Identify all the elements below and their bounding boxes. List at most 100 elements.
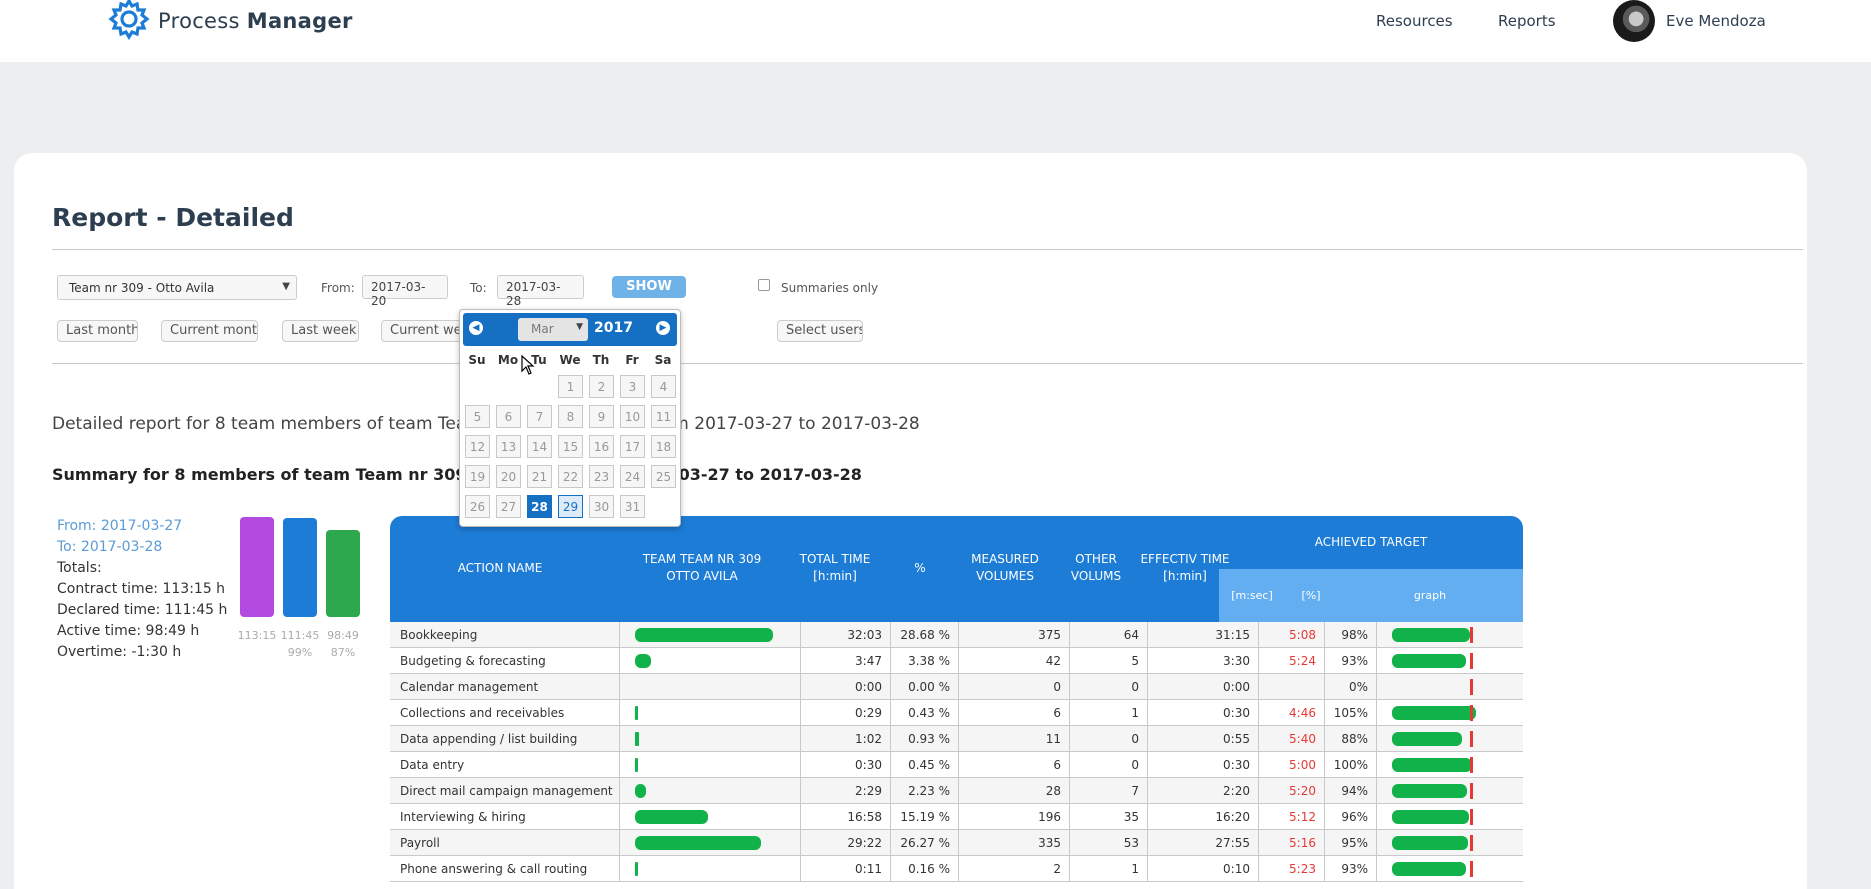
cell-measured: 42: [959, 648, 1070, 674]
calendar-day[interactable]: 15: [558, 435, 583, 458]
col-total-line1: TOTAL TIME: [799, 552, 871, 566]
table-row[interactable]: Payroll 29:22 26.27 % 335 53 27:55 5:16 95%: [390, 830, 1523, 856]
cell-measured: 11: [959, 726, 1070, 752]
cell-percent: 26.27 %: [891, 830, 959, 856]
calendar-day[interactable]: 5: [465, 405, 490, 428]
calendar-day[interactable]: 1: [558, 375, 583, 398]
table-row[interactable]: Data entry 0:30 0.45 % 6 0 0:30 5:00 100%: [390, 752, 1523, 778]
calendar-day[interactable]: 8: [558, 405, 583, 428]
calendar-day[interactable]: 23: [589, 465, 614, 488]
calendar-day[interactable]: 29: [558, 495, 583, 518]
weekday-header: Sa: [654, 353, 672, 367]
target-marker: [1470, 757, 1473, 773]
active-time: Active time: 98:49 h: [57, 623, 200, 639]
cell-msec: 5:20: [1259, 778, 1325, 804]
calendar-day[interactable]: 12: [465, 435, 490, 458]
cell-team-bar: [620, 830, 801, 856]
target-bar: [1392, 758, 1472, 772]
calendar-day[interactable]: 14: [527, 435, 552, 458]
cell-other: 1: [1070, 856, 1148, 882]
achieved-subheader: [m:sec] [%] graph: [1219, 569, 1523, 622]
calendar-day[interactable]: 9: [589, 405, 614, 428]
team-share-bar: [635, 810, 708, 824]
table-row[interactable]: Budgeting & forecasting 3:47 3.38 % 42 5 3:30…: [390, 648, 1523, 674]
cell-action-name: Phone answering & call routing: [390, 856, 620, 882]
nav-reports[interactable]: Reports: [1498, 12, 1556, 30]
calendar-day[interactable]: 22: [558, 465, 583, 488]
col-measured-line1: MEASURED: [971, 552, 1039, 566]
cell-total-time: 32:03: [801, 622, 891, 648]
table-row[interactable]: Collections and receivables 0:29 0.43 % 6 1 0…: [390, 700, 1523, 726]
calendar-day[interactable]: 11: [651, 405, 676, 428]
col-team-line1: TEAM TEAM NR 309: [642, 552, 762, 566]
target-bar: [1392, 706, 1476, 720]
cell-team-bar: [620, 856, 801, 882]
from-date-input[interactable]: 2017-03-20: [362, 275, 448, 308]
cell-team-bar: [620, 804, 801, 830]
team-select[interactable]: Team nr 309 - Otto Avila ▼: [57, 275, 297, 300]
cell-action-name: Bookkeeping: [390, 622, 620, 648]
table-row[interactable]: Bookkeeping 32:03 28.68 % 375 64 31:15 5:08 98%: [390, 622, 1523, 648]
cell-measured: 335: [959, 830, 1070, 856]
declared-time: Declared time: 111:45 h: [57, 602, 228, 618]
totals-bar-label: 98:49: [327, 629, 359, 642]
calendar-day[interactable]: 4: [651, 375, 676, 398]
chevron-left-icon[interactable]: ◀: [469, 321, 483, 335]
month-select[interactable]: Mar ▼: [518, 318, 588, 341]
nav-resources[interactable]: Resources: [1376, 12, 1453, 30]
calendar-day[interactable]: 21: [527, 465, 552, 488]
user-name[interactable]: Eve Mendoza: [1666, 12, 1766, 30]
calendar-day[interactable]: 16: [589, 435, 614, 458]
last-week-button[interactable]: Last week: [282, 320, 359, 342]
calendar-day[interactable]: 13: [496, 435, 521, 458]
calendar-day[interactable]: 6: [496, 405, 521, 428]
calendar-day[interactable]: 27: [496, 495, 521, 518]
calendar-day[interactable]: 3: [620, 375, 645, 398]
col-measured: MEASURED VOLUMES: [950, 551, 1060, 585]
table-row[interactable]: Data appending / list building 1:02 0.93 %…: [390, 726, 1523, 752]
target-marker: [1470, 783, 1473, 799]
table-row[interactable]: Calendar management 0:00 0.00 % 0 0 0:00 0%: [390, 674, 1523, 700]
calendar-day[interactable]: 19: [465, 465, 490, 488]
calendar-day[interactable]: 18: [651, 435, 676, 458]
cell-other: 0: [1070, 726, 1148, 752]
col-other-line1: OTHER: [1075, 552, 1117, 566]
current-week-button[interactable]: Current week: [381, 320, 466, 342]
show-button[interactable]: SHOW: [612, 276, 686, 298]
app-logo[interactable]: Process Manager: [108, 0, 353, 42]
table-row[interactable]: Direct mail campaign management 2:29 2.23 …: [390, 778, 1523, 804]
calendar-day[interactable]: 10: [620, 405, 645, 428]
calendar-day[interactable]: 28: [527, 495, 552, 518]
chevron-down-icon: ▼: [576, 322, 583, 332]
app-name: Process Manager: [158, 9, 353, 33]
select-users-button[interactable]: Select users: [777, 320, 863, 342]
cell-team-bar: [620, 648, 801, 674]
cell-graph: [1377, 804, 1523, 830]
calendar-day[interactable]: 17: [620, 435, 645, 458]
cell-measured: 375: [959, 622, 1070, 648]
calendar-day[interactable]: 31: [620, 495, 645, 518]
table-row[interactable]: Interviewing & hiring 16:58 15.19 % 196 35 16…: [390, 804, 1523, 830]
summaries-only-checkbox[interactable]: [758, 279, 770, 291]
calendar-day[interactable]: 2: [589, 375, 614, 398]
cell-total-time: 3:47: [801, 648, 891, 674]
last-month-button[interactable]: Last month: [57, 320, 138, 342]
calendar-day[interactable]: 20: [496, 465, 521, 488]
calendar-day[interactable]: 25: [651, 465, 676, 488]
chevron-right-icon[interactable]: ▶: [656, 321, 670, 335]
table-row[interactable]: Phone answering & call routing 0:11 0.16 %…: [390, 856, 1523, 882]
calendar-day[interactable]: 24: [620, 465, 645, 488]
current-month-button[interactable]: Current month: [161, 320, 258, 342]
col-action-name: ACTION NAME: [457, 561, 543, 575]
calendar-day[interactable]: 30: [589, 495, 614, 518]
calendar-day[interactable]: 7: [527, 405, 552, 428]
divider: [52, 249, 1803, 250]
weekday-header: Th: [592, 353, 610, 367]
avatar[interactable]: [1613, 0, 1655, 42]
cell-other: 0: [1070, 752, 1148, 778]
calendar-day[interactable]: 26: [465, 495, 490, 518]
cell-graph: [1377, 778, 1523, 804]
cell-measured: 6: [959, 752, 1070, 778]
to-date-input[interactable]: 2017-03-28: [497, 275, 584, 308]
cell-target-percent: 98%: [1325, 622, 1377, 648]
